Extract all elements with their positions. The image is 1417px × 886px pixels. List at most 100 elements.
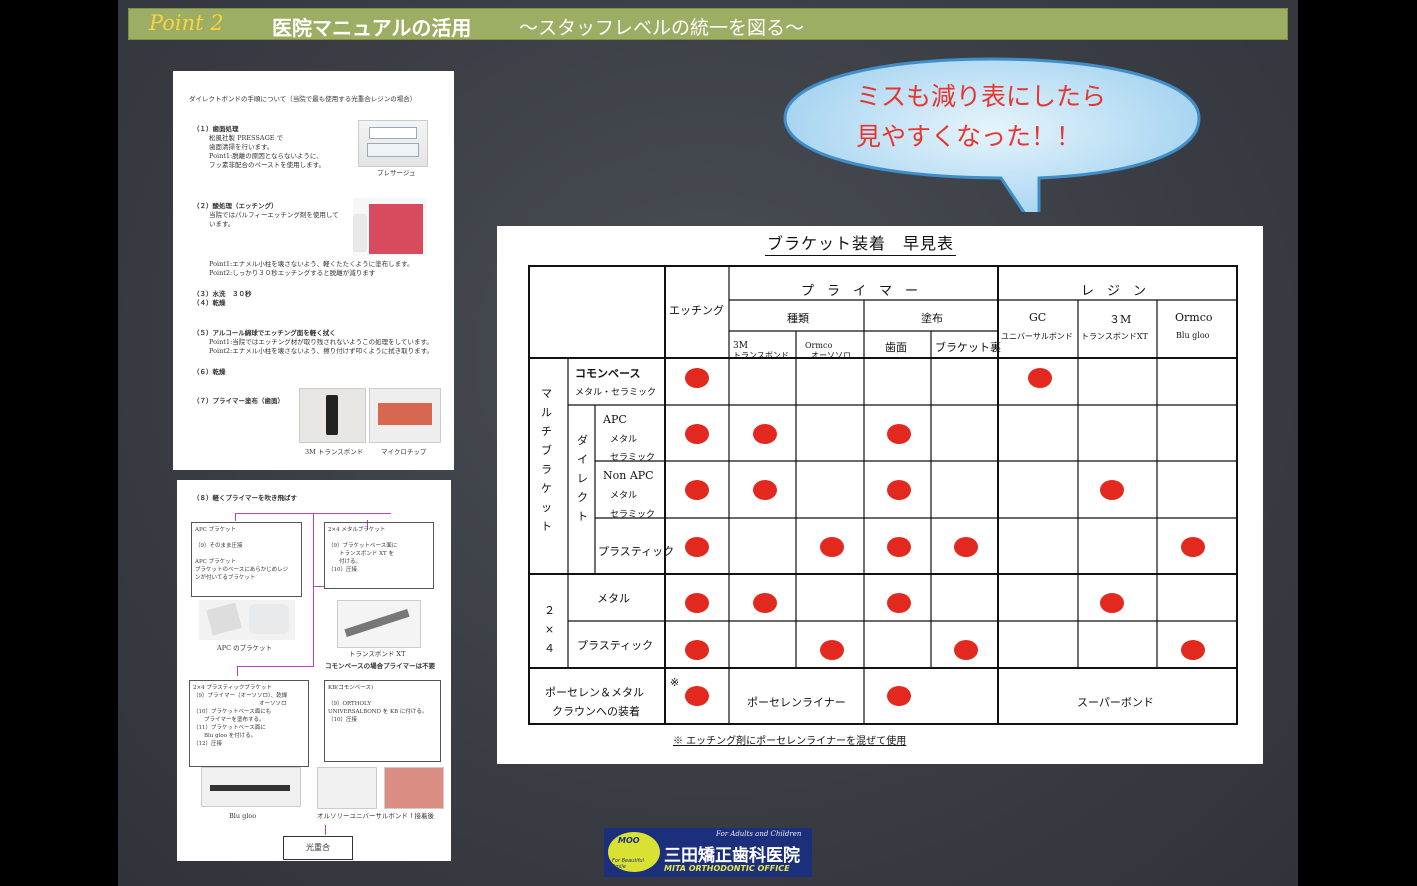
blu-gloo-photo	[201, 767, 301, 807]
box-metal: 2×4 メタルブラケット （9）ブラケットベース面に トランスボンド XT を …	[324, 522, 434, 589]
row-apc-sub2: セラミック	[610, 453, 656, 463]
teeth-photo	[384, 767, 444, 809]
usage-mark-dot	[685, 424, 709, 444]
manual-page-1: ダイレクトボンドの手順について（当院で最も使用する光重合レジンの場合） （１）歯…	[173, 71, 454, 470]
box-apc-text: APC ブラケット （9）そのまま圧接 APC ブラケット ブラケットのベースに…	[195, 527, 289, 581]
final-cure-box: 光重合	[283, 836, 353, 860]
header-gc-sub: ユニバーサルボンド	[1001, 332, 1073, 341]
apc-bracket-photo	[199, 600, 295, 640]
row-porcelain-2: クラウンへの装着	[552, 705, 640, 718]
row-apc: APC	[603, 413, 627, 426]
usage-mark-dot	[685, 686, 709, 706]
clinic-logo: MOO For Beautiful Smile For Adults and C…	[604, 828, 812, 877]
box-kb-text: KB(コモンベース) （9）ORTHOLY UNIVERSALBOND を KB…	[328, 685, 428, 723]
usage-mark-dot	[685, 537, 709, 557]
bubble-line-2: 見やすくなった！！	[856, 122, 1082, 151]
doc1-cap-a: 3M トランスボンド	[305, 448, 364, 456]
usage-mark-dot	[954, 537, 978, 557]
group-2x4: ２ × ４	[544, 604, 555, 655]
usage-mark-dot	[887, 537, 911, 557]
group-direct: ダ イ レ ク ト	[577, 434, 588, 523]
usage-mark-dot	[685, 480, 709, 500]
primer-bottle-photo	[299, 388, 366, 443]
box-metal-text: 2×4 メタルブラケット （9）ブラケットベース面に トランスボンド XT を …	[328, 527, 398, 573]
box-plastic: 2×4 プラスティックブラケット （9）プライマー（オーソソロ）、乾燥 オーソソ…	[189, 680, 309, 767]
box-apc: APC ブラケット （9）そのまま圧接 APC ブラケット ブラケットのベースに…	[191, 522, 302, 597]
usage-mark-dot	[685, 593, 709, 613]
transbond-photo	[337, 600, 421, 648]
logo-moo: MOO	[618, 836, 640, 845]
usage-mark-dot	[1100, 593, 1124, 613]
logo-english: MITA ORTHODONTIC OFFICE	[664, 864, 790, 873]
row-porcelain-1: ポーセレン＆メタル	[545, 686, 644, 699]
row-2x4-plastic: プラスティック	[577, 639, 654, 652]
doc2-cap-blu: Blu gloo	[229, 812, 257, 820]
porcelain-note-mark: ※	[670, 676, 680, 689]
header-ormco: Ormco	[805, 341, 833, 350]
porcelain-liner: ポーセレンライナー	[747, 696, 846, 709]
header-3m-sub: トランスボンド	[733, 351, 789, 360]
bubble-line-1: ミスも減り表にしたら	[856, 82, 1107, 111]
header-apply: 塗布	[921, 312, 943, 325]
microtip-photo	[369, 388, 441, 443]
box-plastic-text: 2×4 プラスティックブラケット （9）プライマー（オーソソロ）、乾燥 オーソソ…	[193, 685, 288, 747]
doc1-s3: （３）水洗 ３０秒 （４）乾燥	[193, 290, 252, 307]
row-2x4-metal: メタル	[597, 592, 630, 605]
usage-mark-dot	[1181, 640, 1205, 660]
point-label: Point 2	[149, 11, 224, 35]
header-bracket-back: ブラケット裏	[935, 341, 1001, 354]
doc1-s2-title: （２）酸処理（エッチング）	[193, 202, 278, 210]
row-common-base-sub: メタル・セラミック	[575, 388, 657, 398]
usage-mark-dot	[820, 537, 844, 557]
doc1-s7: （７）プライマー塗布（歯面）	[193, 397, 284, 405]
usage-mark-dot	[887, 686, 911, 706]
usage-mark-dot	[887, 424, 911, 444]
etching-photo	[353, 198, 427, 256]
header-resin-3m-sub: トランスボンドXT	[1081, 332, 1148, 341]
usage-mark-dot	[685, 368, 709, 388]
doc2-note: コモンベースの場合プライマーは不要	[325, 662, 436, 670]
doc1-s1-caption: プレサージュ	[377, 169, 416, 177]
usage-mark-dot	[1100, 480, 1124, 500]
row-apc-sub1: メタル	[610, 435, 638, 445]
usage-mark-dot	[1181, 537, 1205, 557]
header-kind: 種類	[787, 312, 809, 325]
doc1-intro: ダイレクトボンドの手順について（当院で最も使用する光重合レジンの場合）	[189, 95, 417, 103]
slide-title: 医院マニュアルの活用	[272, 16, 472, 40]
final-cure-text: 光重合	[306, 843, 330, 852]
usage-mark-dot	[753, 593, 777, 613]
row-non-apc-sub2: セラミック	[610, 510, 656, 520]
row-common-base: コモンベース	[575, 367, 641, 380]
doc2-cap-tooth: ↑接着後	[409, 812, 434, 820]
doc1-s1-title: （１）歯面処理	[193, 125, 239, 133]
header-resin-ormco-sub: Blu gloo	[1176, 331, 1210, 340]
usage-mark-dot	[685, 640, 709, 660]
sheet-title: ブラケット装着 早見表	[765, 230, 957, 256]
usage-mark-dot	[820, 640, 844, 660]
slide-subtitle: 〜スタッフレベルの統一を図る〜	[519, 17, 805, 39]
row-non-apc-sub1: メタル	[610, 491, 638, 501]
usage-mark-dot	[753, 424, 777, 444]
doc1-s2-points: Point1:エナメル小柱を壊さないよう、軽くたたくように塗布します。 Poin…	[209, 260, 414, 277]
ortholy-photo	[317, 767, 377, 809]
header-tooth-surface: 歯面	[885, 341, 907, 354]
header-resin: レ ジ ン	[1081, 284, 1147, 299]
usage-mark-dot	[887, 593, 911, 613]
usage-mark-dot	[954, 640, 978, 660]
logo-tagline: For Beautiful Smile	[612, 858, 644, 870]
bracket-quick-reference-sheet: ブラケット装着 早見表 エッチング プ ラ イ マ ー レ ジ ン 種類 塗布 …	[497, 226, 1263, 764]
usage-mark-dot	[753, 480, 777, 500]
doc1-s6: （６）乾燥	[193, 368, 226, 376]
doc1-s5-body: Point1:当院ではエッチング材が取り残されないようこの処理をしています。 P…	[209, 338, 433, 355]
group-multi-bracket: マ ル チ ブ ラ ケ ッ ト	[541, 387, 552, 533]
header-resin-ormco: Ormco	[1175, 311, 1213, 324]
super-bond: スーパーボンド	[1077, 696, 1154, 709]
header-gc: GC	[1029, 311, 1047, 324]
doc2-title: （８）軽くプライマーを吹き飛ばす	[193, 494, 297, 502]
pressage-photo	[358, 120, 428, 167]
box-kb: KB(コモンベース) （9）ORTHOLY UNIVERSALBOND を KB…	[324, 680, 441, 762]
usage-mark-dot	[887, 480, 911, 500]
doc2-cap-ort: オルソリーユニバーサルボンド	[317, 812, 408, 820]
doc1-s5-title: （５）アルコール綿球でエッチング面を軽く拭く	[193, 329, 336, 337]
header-primer: プ ラ イ マ ー	[801, 284, 919, 299]
